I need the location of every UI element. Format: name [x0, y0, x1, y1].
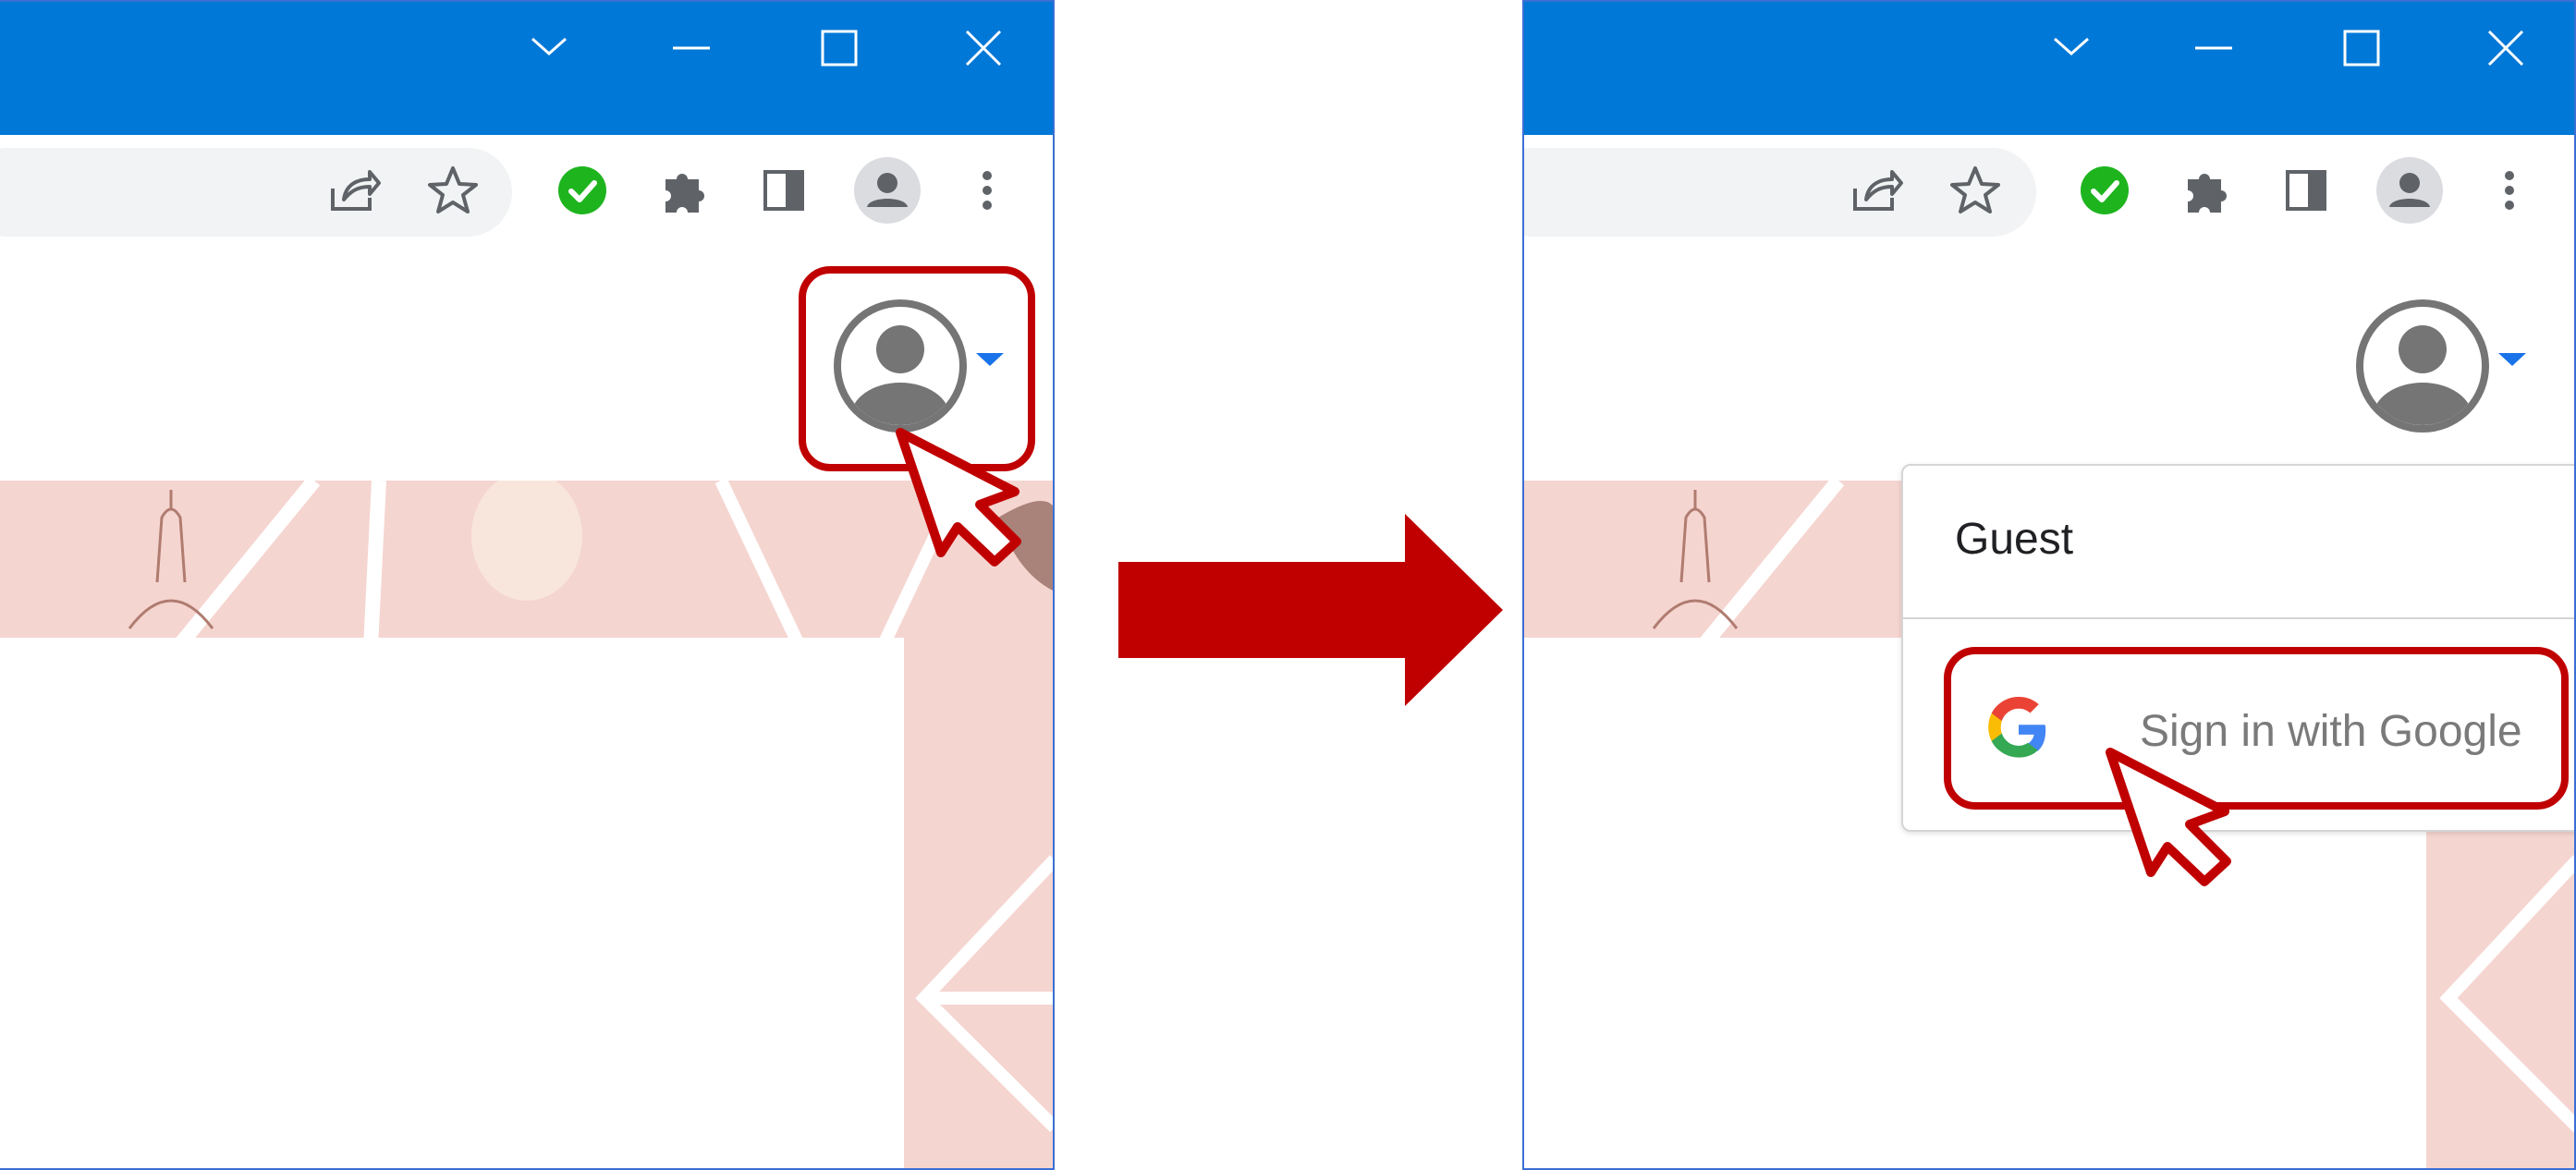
- maximize-icon[interactable]: [2325, 18, 2399, 78]
- star-icon[interactable]: [1946, 161, 2005, 220]
- browser-toolbar: [1524, 135, 2574, 255]
- title-bar: [1524, 2, 2574, 135]
- mouse-cursor-icon: [878, 423, 1053, 580]
- puzzle-icon[interactable]: [654, 161, 714, 220]
- close-icon[interactable]: [946, 18, 1020, 78]
- guest-label: Guest: [1955, 515, 2074, 564]
- minimize-icon[interactable]: [654, 18, 728, 78]
- minimize-icon[interactable]: [2177, 18, 2251, 78]
- browser-window-before: [0, 0, 1055, 1170]
- church-dome-illustration: [1652, 490, 1739, 629]
- menu-divider: [1903, 617, 2574, 619]
- content-card: [0, 638, 904, 1168]
- title-bar: [0, 2, 1053, 135]
- church-dome-illustration: [128, 490, 214, 629]
- chevron-down-icon[interactable]: [2034, 18, 2108, 78]
- page-content: [0, 253, 1053, 1168]
- more-icon[interactable]: [2480, 161, 2539, 220]
- side-panel-icon[interactable]: [754, 161, 813, 220]
- star-icon[interactable]: [423, 161, 482, 220]
- arrow-right-icon: [1118, 514, 1503, 706]
- share-icon[interactable]: [324, 161, 383, 220]
- browser-window-after: Guest Sign in with Google: [1522, 0, 2576, 1170]
- profile-icon[interactable]: [854, 157, 921, 224]
- account-avatar[interactable]: [2354, 298, 2491, 434]
- puzzle-icon[interactable]: [2177, 161, 2236, 220]
- profile-icon[interactable]: [2376, 157, 2443, 224]
- maximize-icon[interactable]: [802, 18, 876, 78]
- browser-toolbar: [0, 135, 1053, 255]
- more-icon[interactable]: [958, 161, 1017, 220]
- extension-check-icon[interactable]: [553, 161, 612, 220]
- mouse-cursor-icon: [2088, 743, 2273, 900]
- page-content: Guest Sign in with Google: [1524, 253, 2574, 1168]
- side-panel-icon[interactable]: [2277, 161, 2336, 220]
- extension-check-icon[interactable]: [2075, 161, 2134, 220]
- close-icon[interactable]: [2469, 18, 2543, 78]
- chevron-down-icon[interactable]: [512, 18, 586, 78]
- chevron-down-icon[interactable]: [2497, 351, 2528, 370]
- share-icon[interactable]: [1846, 161, 1905, 220]
